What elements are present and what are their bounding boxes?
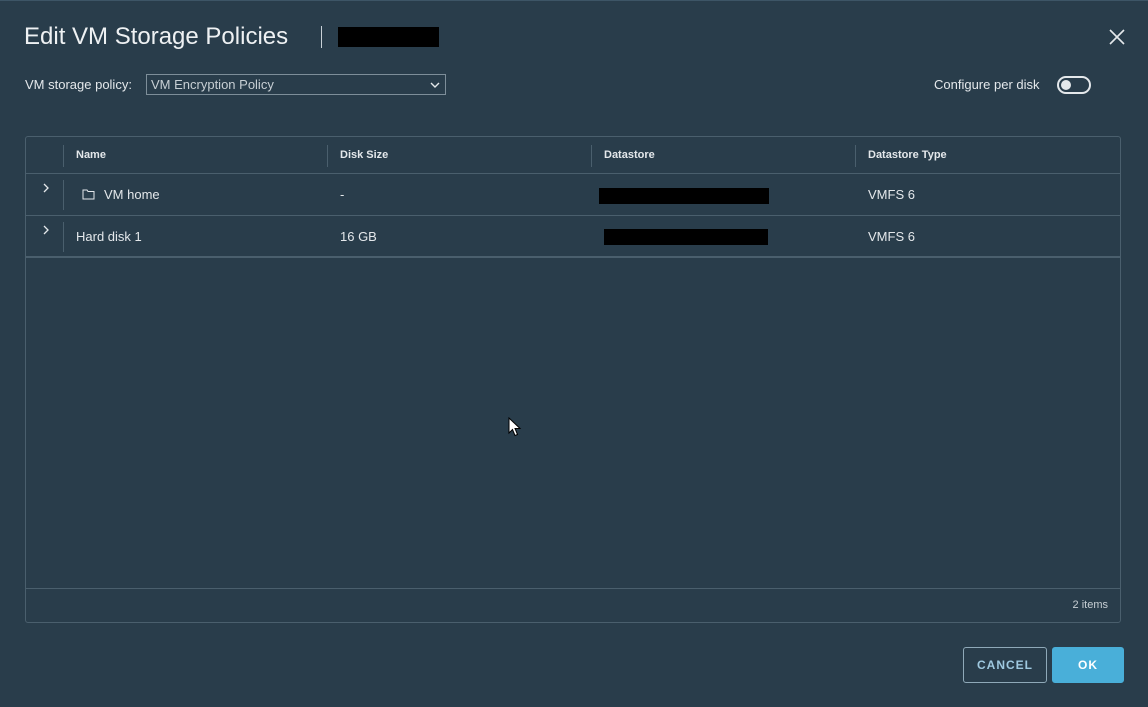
row-datastore-type: VMFS 6 [868, 229, 915, 244]
row-datastore-type: VMFS 6 [868, 187, 915, 202]
chevron-down-icon [430, 82, 440, 88]
toggle-knob [1061, 80, 1071, 90]
configure-per-disk-toggle[interactable] [1057, 76, 1091, 94]
column-separator[interactable] [855, 145, 856, 167]
storage-policy-select[interactable]: VM Encryption Policy [146, 74, 446, 95]
row-disk-size: 16 GB [340, 229, 377, 244]
policy-label: VM storage policy: [25, 77, 132, 92]
table-row[interactable]: VM home - VMFS 6 [26, 174, 1120, 216]
column-header-name[interactable]: Name [76, 149, 106, 161]
row-name: VM home [104, 187, 160, 202]
chevron-right-icon[interactable] [40, 224, 52, 236]
dialog-title: Edit VM Storage Policies [24, 23, 289, 50]
row-disk-size: - [340, 187, 345, 202]
disk-policy-grid: Name Disk Size Datastore Datastore Type … [25, 136, 1121, 623]
column-header-datastore-type[interactable]: Datastore Type [868, 149, 947, 161]
item-count: 2 items [1072, 599, 1108, 611]
row-separator [63, 180, 64, 210]
policy-selected-value: VM Encryption Policy [151, 77, 274, 92]
column-separator[interactable] [591, 145, 592, 167]
title-divider [321, 26, 322, 48]
close-icon [1109, 29, 1125, 45]
cancel-button[interactable]: CANCEL [963, 647, 1047, 683]
redacted-datastore [604, 229, 768, 245]
grid-header: Name Disk Size Datastore Datastore Type [26, 137, 1120, 174]
column-header-datastore[interactable]: Datastore [604, 149, 655, 161]
mouse-cursor-icon [508, 417, 522, 437]
configure-per-disk-label: Configure per disk [934, 77, 1040, 92]
close-button[interactable] [1104, 24, 1130, 50]
row-separator [63, 222, 64, 252]
redacted-vm-name [338, 27, 439, 47]
grid-footer: 2 items [26, 588, 1120, 622]
redacted-datastore [599, 188, 769, 204]
ok-button[interactable]: OK [1052, 647, 1124, 683]
top-border [0, 0, 1148, 1]
column-header-disk-size[interactable]: Disk Size [340, 149, 388, 161]
chevron-right-icon[interactable] [40, 182, 52, 194]
row-name: Hard disk 1 [76, 229, 142, 244]
column-separator [63, 145, 64, 167]
column-separator[interactable] [327, 145, 328, 167]
folder-icon [82, 189, 95, 200]
table-row[interactable]: Hard disk 1 16 GB VMFS 6 [26, 216, 1120, 258]
